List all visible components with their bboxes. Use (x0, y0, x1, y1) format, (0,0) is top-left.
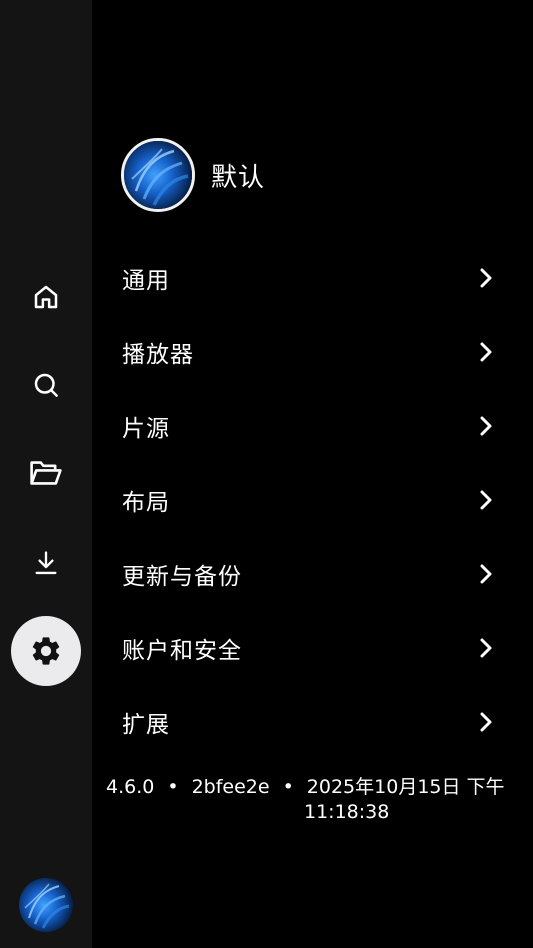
menu-item-label: 片源 (122, 416, 170, 442)
separator-dot: • (167, 776, 179, 798)
chevron-right-icon (477, 711, 495, 733)
chevron-right-icon (477, 415, 495, 437)
menu-item-label: 扩展 (122, 712, 170, 738)
separator-dot: • (282, 776, 294, 798)
menu-item-label: 播放器 (122, 342, 194, 368)
settings-menu: 通用 播放器 片源 布局 更新与备份 账户和安全 扩展 (92, 241, 533, 759)
chevron-right-icon (477, 637, 495, 659)
menu-item-label: 布局 (122, 490, 170, 516)
build-date: 2025年10月15日 下午 (306, 776, 505, 798)
menu-item-label: 账户和安全 (122, 638, 242, 664)
menu-item-extensions[interactable]: 扩展 (92, 685, 533, 759)
chevron-right-icon (477, 489, 495, 511)
nav-downloads-button[interactable] (11, 528, 81, 598)
menu-item-general[interactable]: 通用 (92, 241, 533, 315)
gear-icon (29, 634, 63, 668)
menu-item-label: 通用 (122, 268, 170, 294)
menu-item-layout[interactable]: 布局 (92, 463, 533, 537)
version-number: 4.6.0 (106, 776, 155, 798)
menu-item-update-backup[interactable]: 更新与备份 (92, 537, 533, 611)
nav-search-button[interactable] (11, 350, 81, 420)
build-time-line: 11:18:38 (106, 800, 526, 825)
profile-header[interactable]: 默认 (121, 138, 265, 212)
chevron-right-icon (477, 341, 495, 363)
download-icon (32, 548, 60, 578)
home-icon (31, 282, 61, 312)
menu-item-player[interactable]: 播放器 (92, 315, 533, 389)
profile-name: 默认 (211, 162, 266, 193)
build-time: 11:18:38 (304, 801, 390, 823)
navigation-rail (0, 0, 92, 948)
folder-open-icon (29, 458, 63, 488)
avatar-image (124, 141, 192, 209)
nav-library-button[interactable] (11, 438, 81, 508)
avatar-image (19, 878, 73, 932)
nav-settings-button[interactable] (11, 616, 81, 686)
profile-avatar[interactable] (121, 138, 195, 212)
version-info: 4.6.0 • 2bfee2e • 2025年10月15日 下午 11:18:38 (106, 775, 526, 825)
rail-profile-avatar[interactable] (19, 878, 73, 932)
nav-home-button[interactable] (11, 262, 81, 332)
chevron-right-icon (477, 267, 495, 289)
menu-item-label: 更新与备份 (122, 564, 242, 590)
menu-item-account-security[interactable]: 账户和安全 (92, 611, 533, 685)
search-icon (31, 370, 61, 400)
menu-item-sources[interactable]: 片源 (92, 389, 533, 463)
commit-hash: 2bfee2e (191, 776, 270, 798)
version-line: 4.6.0 • 2bfee2e • 2025年10月15日 下午 (106, 775, 526, 800)
chevron-right-icon (477, 563, 495, 585)
app-root: 默认 通用 播放器 片源 布局 更新与备份 账户和安全 扩展 4.6.0 • 2… (0, 0, 533, 948)
